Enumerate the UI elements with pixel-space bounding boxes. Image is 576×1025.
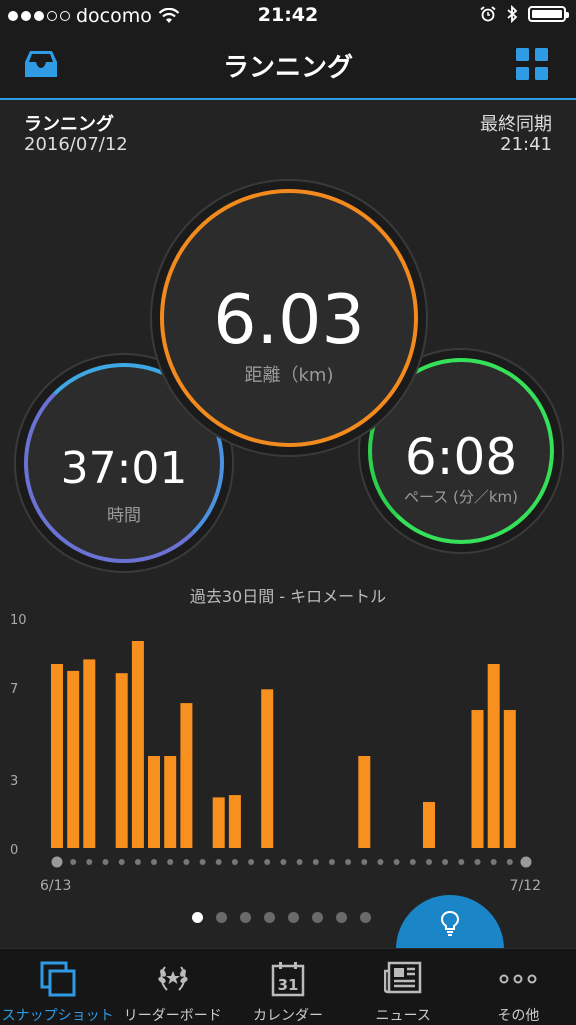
status-bar: docomo 21:42 [0, 0, 576, 32]
day-dot [151, 859, 157, 865]
day-dot [231, 859, 238, 865]
day-dot [426, 859, 432, 865]
day-dot [86, 859, 93, 865]
status-right [480, 5, 569, 23]
tab-more[interactable]: その他 [461, 949, 576, 1025]
day-dot [199, 859, 206, 865]
chart-bar[interactable] [212, 797, 225, 848]
page-dot[interactable] [264, 912, 275, 923]
tab-leaderboard[interactable]: リーダーボード [115, 949, 230, 1025]
page-indicator[interactable] [192, 912, 371, 923]
day-dot [506, 859, 513, 865]
alarm-icon [480, 6, 496, 22]
chart-bar[interactable] [67, 670, 80, 848]
time-value: 37:01 [60, 443, 188, 494]
chart-bar[interactable] [228, 795, 241, 848]
page-dot[interactable] [288, 912, 299, 923]
y-tick-label: 3 [10, 774, 18, 789]
page-dot[interactable] [216, 912, 227, 923]
bluetooth-icon [507, 5, 518, 23]
grid-icon[interactable] [516, 48, 548, 80]
page-dot[interactable] [312, 912, 323, 923]
day-dot [183, 859, 190, 865]
chart-bar[interactable] [148, 756, 160, 848]
tab-label: その他 [497, 1008, 540, 1024]
day-dot [345, 859, 352, 865]
chart-bar[interactable] [180, 703, 193, 848]
x-end-label: 7/12 [510, 878, 541, 894]
chart-bar[interactable] [131, 641, 144, 848]
activity-date: 2016/07/12 [24, 134, 128, 155]
chart-bar[interactable] [503, 710, 516, 848]
day-dot [312, 859, 319, 865]
x-start-label: 6/13 [40, 878, 71, 894]
calendar-icon-day: 31 [278, 976, 299, 994]
day-dot [118, 859, 125, 865]
tab-calendar[interactable]: 31 カレンダー [230, 949, 345, 1025]
chart-bar[interactable] [83, 659, 96, 848]
page-dot[interactable] [192, 912, 203, 923]
day-dot [102, 859, 109, 865]
day-dot [377, 859, 384, 865]
calendar-icon: 31 [271, 962, 305, 997]
tab-label: リーダーボード [123, 1008, 222, 1024]
distance-label: 距離（km) [244, 365, 334, 386]
chart-bar[interactable] [115, 673, 128, 848]
page-dot[interactable] [336, 912, 347, 923]
tab-news[interactable]: ニュース [346, 949, 461, 1025]
nav-bar: ランニング [0, 32, 576, 100]
news-icon [384, 961, 422, 994]
chart-bar[interactable] [261, 689, 274, 848]
day-dot [264, 859, 271, 865]
day-dot [520, 856, 532, 868]
day-dot [442, 859, 449, 865]
day-dot [296, 859, 303, 865]
day-dot [248, 859, 255, 865]
more-icon [499, 974, 537, 984]
distance-circle[interactable]: 6.03 距離（km) [160, 189, 418, 447]
day-dot [474, 859, 481, 865]
distance-bar-chart[interactable]: 10 7 3 0 6/13 7/12 [0, 600, 576, 900]
chart-bar[interactable] [358, 756, 371, 848]
day-dot [51, 856, 63, 868]
day-dot [490, 859, 497, 865]
day-dot [215, 859, 222, 865]
tab-snapshot[interactable]: スナップショット [0, 949, 115, 1025]
day-dot [409, 859, 416, 865]
day-dot [70, 859, 77, 865]
chart-bar[interactable] [471, 710, 484, 848]
day-dot [361, 859, 368, 865]
chart-bar[interactable] [487, 664, 500, 848]
y-tick-label: 10 [10, 613, 27, 628]
laurel-icon [158, 966, 188, 991]
tab-label: スナップショット [1, 1008, 114, 1024]
day-dot [134, 859, 141, 865]
tab-label: ニュース [375, 1008, 431, 1024]
day-dot [458, 859, 465, 865]
day-dot [328, 859, 335, 865]
time-label: 時間 [107, 506, 141, 526]
pace-label: ペース (分／km) [403, 488, 519, 506]
chart-bar[interactable] [164, 756, 177, 848]
page-dot[interactable] [240, 912, 251, 923]
sync-time: 21:41 [500, 134, 552, 155]
tab-label: カレンダー [253, 1008, 323, 1024]
chart-bar[interactable] [51, 664, 63, 848]
distance-value: 6.03 [213, 281, 365, 360]
page-title: ランニング [222, 53, 353, 83]
page-dot[interactable] [360, 912, 371, 923]
day-dot [393, 859, 400, 865]
battery-icon [528, 6, 569, 22]
day-dot [167, 859, 174, 865]
activity-name: ランニング [24, 114, 114, 135]
day-dot [280, 859, 287, 865]
tab-bar: スナップショット リーダーボード 31 カレンダー ニュース その他 [0, 948, 576, 1025]
snapshot-icon [40, 961, 76, 997]
pace-value: 6:08 [404, 428, 518, 486]
y-tick-label: 7 [10, 682, 18, 697]
lightbulb-icon [440, 910, 460, 936]
sync-label: 最終同期 [480, 114, 552, 135]
chart-bar[interactable] [423, 802, 435, 848]
y-tick-label: 0 [10, 843, 18, 858]
